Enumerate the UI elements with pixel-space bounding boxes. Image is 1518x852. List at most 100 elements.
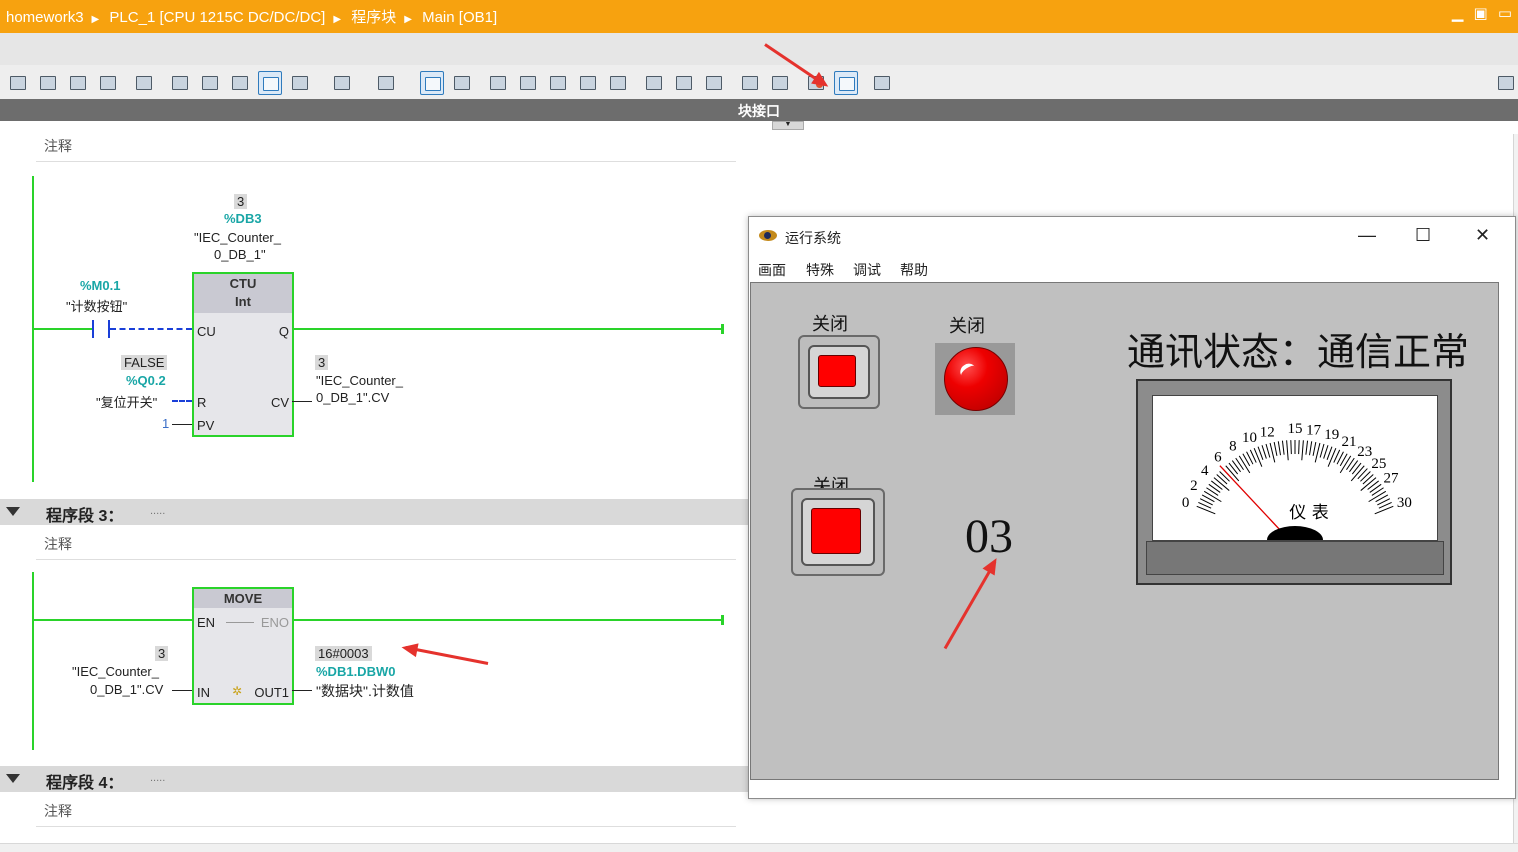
network-3-header[interactable]: 程序段 3： ..... (0, 499, 750, 525)
block-interface-bar[interactable]: 块接口 ▼ (0, 99, 1518, 130)
divider (36, 826, 736, 827)
runtime-titlebar[interactable]: 运行系统 — ☐ ✕ (749, 217, 1515, 257)
runtime-title: 运行系统 (785, 230, 841, 246)
cv-name-line2[interactable]: 0_DB_1".CV (316, 390, 389, 405)
insert-network-icon[interactable] (6, 71, 28, 93)
menu-debug[interactable]: 调试 (853, 260, 881, 280)
maximize-icon[interactable]: ▭ (1498, 5, 1512, 22)
move-block[interactable]: MOVE EN ENO IN ✲ OUT1 (192, 587, 294, 705)
gauge-tick-label: 27 (1383, 470, 1399, 486)
contact-name[interactable]: "计数按钮" (66, 296, 127, 315)
operand-view-icon[interactable] (374, 71, 396, 93)
minimize-button[interactable]: — (1358, 225, 1376, 246)
in-name-line2[interactable]: 0_DB_1".CV (90, 682, 163, 697)
gauge-tick (1374, 505, 1394, 515)
network-4-title-field[interactable]: ..... (150, 772, 165, 784)
menu-help[interactable]: 帮助 (900, 260, 928, 280)
pin-cv: CV (270, 395, 289, 410)
in-value: 3 (155, 646, 169, 661)
splitter-handle[interactable]: ▼ (772, 121, 804, 130)
breadcrumb-program-blocks[interactable]: 程序块 (351, 9, 396, 26)
push-button-2[interactable] (791, 488, 885, 576)
out-address[interactable]: %DB1.DBW0 (316, 664, 395, 679)
collapse-triangle-icon[interactable] (6, 507, 20, 516)
panel-layout-icon[interactable] (1494, 71, 1516, 93)
undo-icon[interactable] (738, 71, 760, 93)
network-comment[interactable]: 注释 (44, 801, 72, 821)
add-output-icon[interactable]: ✲ (232, 684, 242, 698)
favorites-star-icon[interactable] (450, 71, 472, 93)
favorites-icon[interactable] (168, 71, 190, 93)
breadcrumb-project[interactable]: homework3 (6, 9, 84, 26)
ctu-block[interactable]: CTU Int CU Q R CV PV (192, 272, 294, 437)
collapse-triangle-icon[interactable] (6, 774, 20, 783)
rewire-icon[interactable] (576, 71, 598, 93)
contact-address[interactable]: %M0.1 (80, 278, 120, 293)
load-snapshot-icon[interactable] (870, 71, 892, 93)
network-4-title: 程序段 4： (46, 775, 124, 792)
instance-name-line1[interactable]: "IEC_Counter_ (194, 230, 281, 245)
network-view-icon[interactable] (198, 71, 220, 93)
open-branch-icon[interactable] (672, 71, 694, 93)
gauge-tick (1211, 480, 1223, 490)
breadcrumb-main[interactable]: Main [OB1] (422, 9, 497, 26)
cv-name-line1[interactable]: "IEC_Counter_ (316, 373, 403, 388)
out-wire (292, 690, 312, 691)
expand-all-icon[interactable] (288, 71, 310, 93)
go-to-error-icon[interactable] (486, 71, 508, 93)
float-icon[interactable]: ▣ (1473, 5, 1487, 22)
display-mode-icon[interactable] (420, 71, 444, 95)
menu-screen[interactable]: 画面 (758, 260, 786, 280)
insert-row-icon[interactable] (66, 71, 88, 93)
comments-toggle-icon[interactable] (258, 71, 282, 95)
append-row-icon[interactable] (96, 71, 118, 93)
delete-network-icon[interactable] (36, 71, 58, 93)
gauge-tick (1346, 457, 1355, 471)
breadcrumb-arrow-icon: ▶ (333, 14, 342, 25)
network-4-header[interactable]: 程序段 4： ..... (0, 766, 750, 792)
rung-end (721, 615, 724, 625)
network-3-title: 程序段 3： (46, 508, 124, 525)
network-comment[interactable]: 注释 (44, 136, 72, 156)
redo-icon[interactable] (768, 71, 790, 93)
out-name[interactable]: "数据块".计数值 (316, 681, 414, 701)
gauge-tick (1301, 440, 1304, 461)
network-comment[interactable]: 注释 (44, 534, 72, 554)
minimize-icon[interactable]: ▁ (1452, 5, 1464, 22)
push-button-1[interactable] (798, 335, 880, 409)
monitoring-on-off-icon[interactable] (834, 71, 858, 95)
pv-value[interactable]: 1 (162, 416, 169, 431)
collapse-icon[interactable] (228, 71, 250, 93)
pin-pv: PV (197, 418, 215, 433)
insert-box-icon[interactable] (642, 71, 664, 93)
in-name-line1[interactable]: "IEC_Counter_ (72, 664, 159, 679)
reset-wire (172, 400, 192, 402)
absolute-address-icon[interactable] (132, 71, 154, 93)
next-error-icon[interactable] (516, 71, 538, 93)
update-icon[interactable] (606, 71, 628, 93)
divider (36, 559, 736, 560)
gauge-tick (1371, 487, 1384, 496)
collapse-all-icon[interactable] (330, 71, 352, 93)
gauge-tick-label: 21 (1341, 434, 1356, 450)
gauge-tick (1257, 446, 1264, 460)
breadcrumb-arrow-icon: ▶ (404, 14, 412, 25)
menu-special[interactable]: 特殊 (806, 260, 834, 280)
gauge-tick (1327, 447, 1337, 467)
breadcrumb-plc[interactable]: PLC_1 [CPU 1215C DC/DC/DC] (109, 9, 325, 26)
network-3-title-field[interactable]: ..... (150, 505, 165, 517)
maximize-button[interactable]: ☐ (1415, 225, 1431, 246)
gauge-tick (1208, 483, 1221, 493)
ctu-datatype[interactable]: Int (194, 293, 292, 311)
close-button[interactable]: ✕ (1475, 225, 1490, 246)
close-branch-icon[interactable] (702, 71, 724, 93)
gauge-tick-label: 6 (1214, 450, 1222, 466)
block-interface-label: 块接口 (738, 103, 780, 119)
reset-address[interactable]: %Q0.2 (126, 373, 166, 388)
reset-name[interactable]: "复位开关" (96, 392, 157, 411)
instance-name-line2[interactable]: 0_DB_1" (214, 247, 266, 262)
instance-address[interactable]: %DB3 (224, 211, 262, 226)
cv-value: 3 (315, 355, 329, 370)
call-hierarchy-icon[interactable] (546, 71, 568, 93)
contact-left-bar[interactable] (92, 320, 94, 338)
